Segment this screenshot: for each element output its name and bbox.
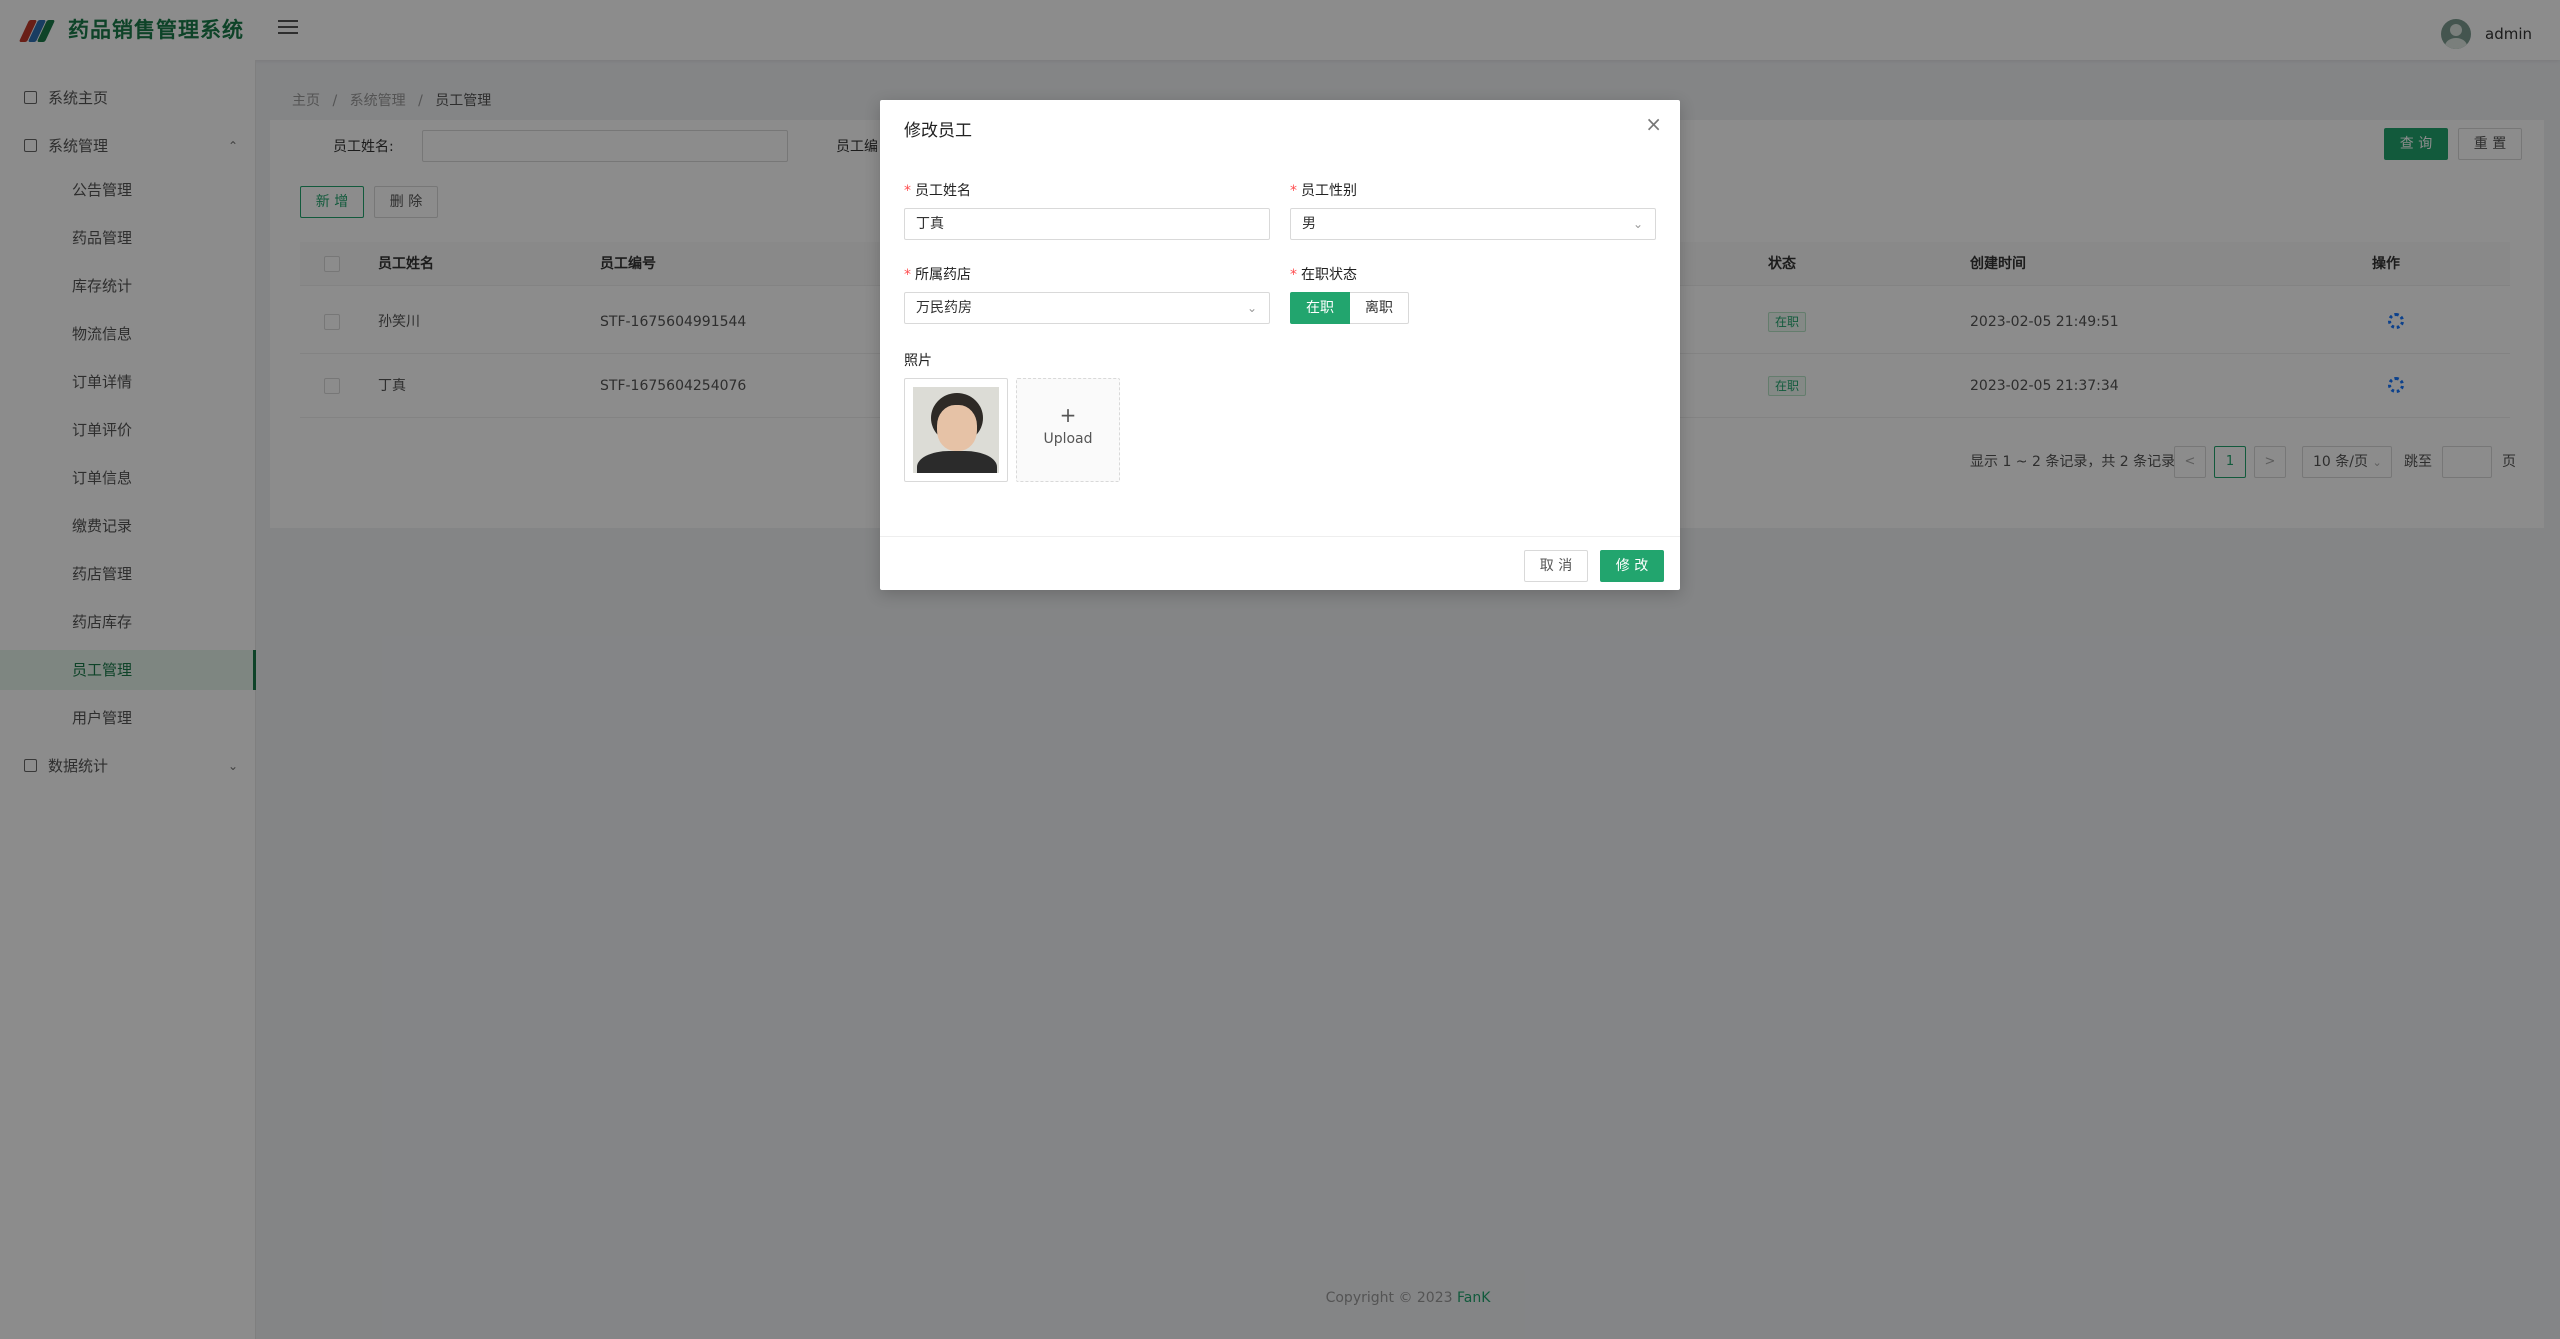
- plus-icon: +: [1059, 403, 1077, 427]
- store-select[interactable]: 万民药房 ⌄: [904, 292, 1270, 324]
- cancel-button[interactable]: 取 消: [1524, 550, 1588, 582]
- modal-title: 修改员工: [904, 121, 972, 141]
- gender-value: 男: [1302, 216, 1316, 232]
- gender-select[interactable]: 男 ⌄: [1290, 208, 1656, 240]
- photo-label: 照片: [904, 353, 932, 369]
- submit-button[interactable]: 修 改: [1600, 550, 1664, 582]
- modal-footer-divider: [880, 536, 1680, 537]
- close-icon[interactable]: ×: [1645, 114, 1662, 134]
- photo-thumbnail[interactable]: [904, 378, 1008, 482]
- staff-photo: [913, 387, 999, 473]
- store-value: 万民药房: [916, 300, 972, 316]
- status-radio-group: 在职 离职: [1290, 292, 1409, 324]
- name-field[interactable]: 丁真: [904, 208, 1270, 240]
- status-option-active[interactable]: 在职: [1290, 292, 1350, 324]
- store-label: * 所属药店: [904, 267, 971, 283]
- edit-staff-modal: 修改员工 × * 员工姓名 丁真 * 员工性别 男 ⌄ * 所属药店 万民药房 ⌄ *…: [880, 100, 1680, 590]
- chevron-down-icon: ⌄: [1246, 301, 1257, 315]
- upload-label: Upload: [1043, 431, 1093, 447]
- status-option-resigned[interactable]: 离职: [1350, 292, 1409, 324]
- status-label: * 在职状态: [1290, 267, 1357, 283]
- name-label: * 员工姓名: [904, 183, 971, 199]
- upload-button[interactable]: + Upload: [1016, 378, 1120, 482]
- chevron-down-icon: ⌄: [1632, 217, 1643, 231]
- gender-label: * 员工性别: [1290, 183, 1357, 199]
